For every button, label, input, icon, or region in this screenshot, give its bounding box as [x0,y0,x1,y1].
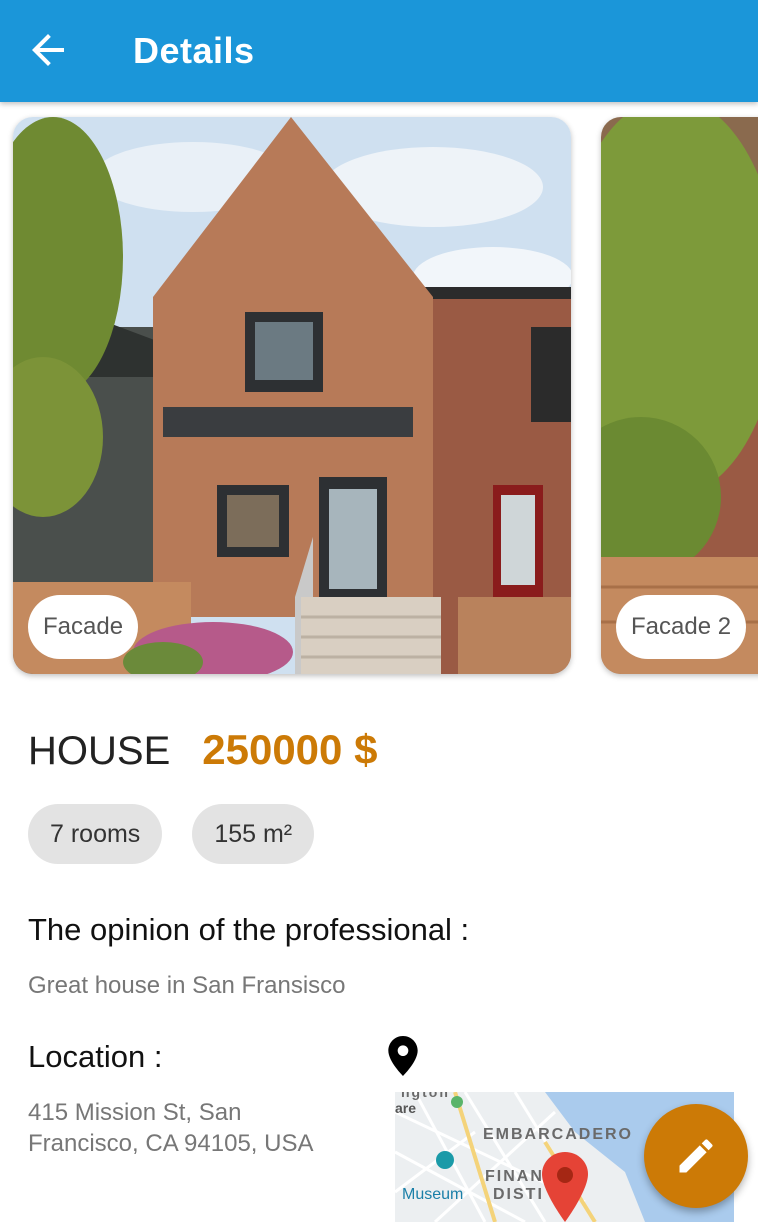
map-label: FINAN [485,1168,544,1185]
edit-pencil-icon [679,1139,713,1173]
edit-button[interactable] [644,1104,748,1208]
map-label: are [395,1100,417,1116]
photo-carousel[interactable]: Facade Facade 2 [0,102,758,688]
opinion-text: Great house in San Fransisco [28,972,346,999]
photo-label: Facade 2 [616,595,747,659]
location-pin-icon [388,1036,418,1076]
listing-header: HOUSE 250000 $ [28,726,377,774]
opinion-heading: The opinion of the professional : [28,912,470,947]
rooms-chip: 7 rooms [28,804,163,864]
page-title: Details [133,30,255,71]
feature-chips: 7 rooms 155 m² [28,804,315,864]
map-label: DISTI [493,1186,544,1203]
map-label: ngton [401,1092,450,1100]
arrow-back-icon [32,34,64,66]
photo-card-facade-2[interactable]: Facade 2 [601,117,758,674]
photo-card-facade[interactable]: Facade [13,117,571,674]
back-button[interactable] [24,26,72,74]
area-chip: 155 m² [192,804,315,864]
location-heading: Location : [28,1039,163,1074]
property-type: HOUSE [28,729,171,773]
app-bar: Details [0,0,758,102]
map-label: Museum [402,1186,464,1203]
address-text: 415 Mission St, San Francisco, CA 94105,… [28,1099,314,1157]
property-price: 250000 $ [202,726,378,773]
house-photo-2 [601,117,758,674]
map-label: EMBARCADERO [483,1126,633,1143]
photo-label: Facade [28,595,139,659]
house-photo [13,117,571,674]
